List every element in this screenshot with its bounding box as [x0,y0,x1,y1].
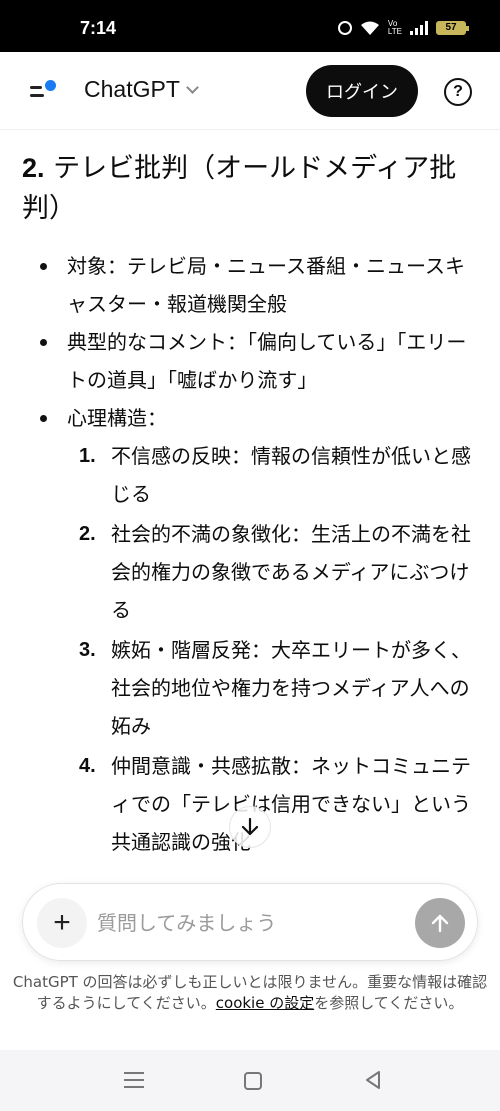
numbered-list: 1. 不信感の反映：情報の信頼性が低いと感じる 2. 社会的不満の象徴化：生活上の不… [67,437,480,861]
attach-button[interactable]: + [37,898,87,948]
chevron-down-icon [186,80,199,94]
recent-apps-icon[interactable] [124,1072,144,1088]
item-number: 4. [79,755,96,777]
help-icon[interactable]: ? [444,78,472,106]
status-icons: Vo LTE 57 [337,19,469,36]
send-button[interactable] [415,898,465,948]
prompt-input[interactable] [97,906,397,940]
heading-text: テレビ批判（オールドメディア批判） [22,153,457,224]
app-header: ChatGPT ログイン ? [0,52,500,130]
list-item: 心理構造： 1. 不信感の反映：情報の信頼性が低いと感じる 2. 社会的不満の象徴化… [22,399,480,861]
model-name: ChatGPT [84,76,180,102]
disclaimer-text-end: を参照してください。 [314,994,464,1012]
numbered-item: 2. 社会的不満の象徴化：生活上の不満を社会的権力の象徴であるメディアにぶつける [67,515,480,629]
numbered-item: 3. 嫉妬・階層反発：大卒エリートが多く、社会的地位や権力を持つメディア人への妬み [67,631,480,745]
item-text: 嫉妬・階層反発：大卒エリートが多く、社会的地位や権力を持つメディア人への妬み [111,638,471,738]
notification-dot [45,80,56,91]
status-time: 7:14 [80,18,117,38]
model-selector[interactable]: ChatGPT [84,76,199,103]
disclaimer: ChatGPT の回答は必ずしも正しいとは限りません。重要な情報は確認するように… [12,972,488,1014]
battery-icon: 57 [436,21,469,35]
item-number: 1. [79,445,96,467]
list-item: 典型的なコメント：「偏向している」「エリートの道具」「嘘ばかり流す」 [22,323,480,399]
scroll-down-button[interactable] [229,806,271,848]
cookie-settings-link[interactable]: cookie の設定 [216,994,314,1012]
home-icon[interactable] [244,1072,262,1090]
item-number: 3. [79,639,96,661]
heading-number: 2. [22,153,45,183]
sidebar-menu-icon[interactable] [28,78,58,104]
plus-icon: + [53,906,71,939]
message-content: 2. テレビ批判（オールドメディア批判） 対象：テレビ局・ニュース番組・ニュース… [22,148,480,863]
list-item-label: 心理構造： [67,406,167,430]
wifi-icon [360,21,379,35]
item-number: 2. [79,523,96,545]
alarm-icon [337,21,352,35]
item-text: 仲間意識・共感拡散：ネットコミュニティでの「テレビは信用できない」という共通認識… [111,754,471,854]
signal-icon [410,21,428,35]
bullet-list: 対象：テレビ局・ニュース番組・ニュースキャスター・報道機関全般 典型的なコメント… [22,247,480,861]
back-icon[interactable] [364,1070,382,1090]
arrow-down-icon [241,817,259,836]
item-text: 社会的不満の象徴化：生活上の不満を社会的権力の象徴であるメディアにぶつける [111,522,471,622]
list-item: 対象：テレビ局・ニュース番組・ニュースキャスター・報道機関全般 [22,247,480,323]
composer: + [22,883,478,961]
status-bar: 7:14 Vo LTE 57 [0,0,500,52]
volte-icon: Vo LTE [387,19,402,36]
numbered-item: 1. 不信感の反映：情報の信頼性が低いと感じる [67,437,480,513]
arrow-up-icon [431,914,449,933]
item-text: 不信感の反映：情報の信頼性が低いと感じる [111,444,471,506]
login-button[interactable]: ログイン [306,65,418,117]
section-heading: 2. テレビ批判（オールドメディア批判） [22,148,480,229]
numbered-item: 4. 仲間意識・共感拡散：ネットコミュニティでの「テレビは信用できない」という共通… [67,747,480,861]
system-nav-bar [0,1050,500,1111]
